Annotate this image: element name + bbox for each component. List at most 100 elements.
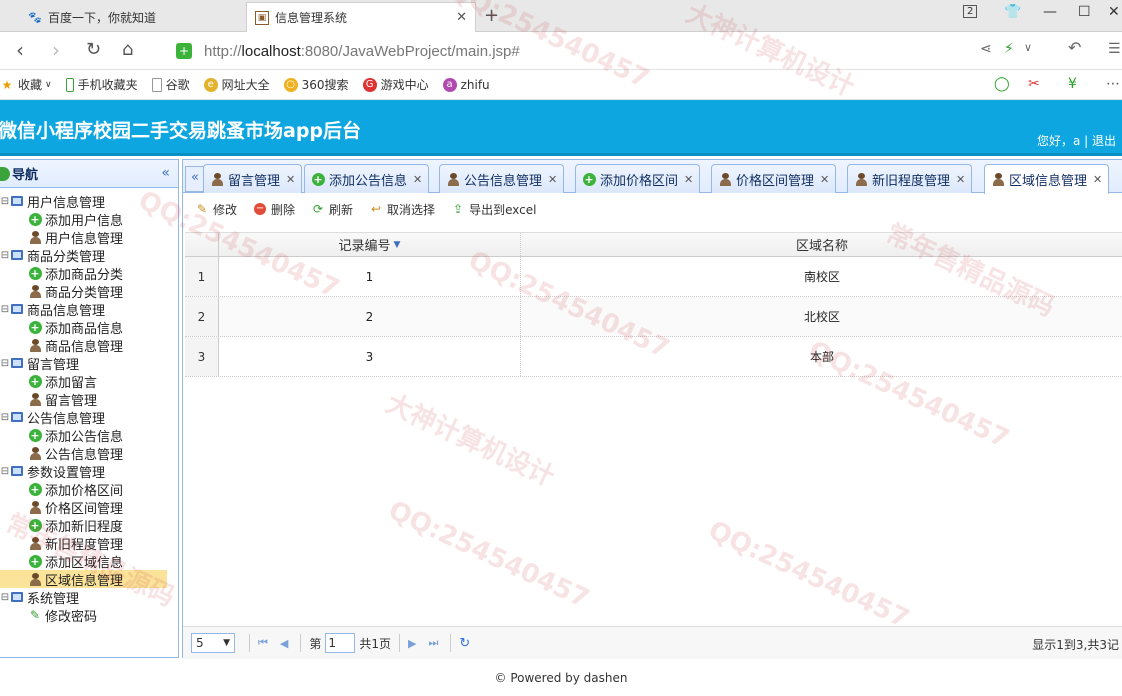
sidebar-item[interactable]: 区域信息管理 [0,570,167,589]
tab-add-notice[interactable]: + 添加公告信息 ✕ [304,164,430,193]
sidebar-item[interactable]: 商品分类管理 [0,282,178,301]
grid-pager: 5 ▼ ⏮ ◀ 第 1 共1页 ▶ ⏭ ↻ 显示1到3,共3记 [183,626,1122,659]
bookmark-360search[interactable]: ○ 360搜索 [283,76,349,93]
menu-icon[interactable]: ☰ [1108,41,1121,57]
maximize-icon[interactable]: ☐ [1078,4,1091,20]
bookmark-mobile[interactable]: 手机收藏夹 [65,76,138,93]
browser-tab-baidu[interactable]: 🐾 百度一下，你就知道 [20,2,245,32]
bookmark-google[interactable]: 谷歌 [151,76,190,93]
sidebar-item[interactable]: + 添加区域信息 [0,552,178,571]
tab-price-range-manage[interactable]: 价格区间管理 ✕ [711,164,837,193]
share-icon[interactable]: ⋖ [980,41,992,57]
tree-collapse-icon[interactable]: ⊟ [0,466,10,477]
tab-condition-manage[interactable]: 新旧程度管理 ✕ [847,164,973,193]
close-tab-icon[interactable]: ✕ [286,173,295,186]
tab-message-manage[interactable]: 留言管理 ✕ [203,164,303,193]
reload-page-icon[interactable]: ↻ [459,636,470,651]
sidebar-item[interactable]: + 添加新旧程度 [0,516,178,535]
chat-bubble-icon[interactable]: ◯ [994,76,1010,92]
tab-notice-manage[interactable]: 公告信息管理 ✕ [439,164,565,193]
bookmark-favorites[interactable]: ★ 收藏 ∨ [0,76,52,93]
more-icon[interactable]: ⋯ [1106,76,1120,92]
table-row[interactable]: 2 2 北校区 [185,297,1122,337]
forward-icon[interactable]: › [52,38,60,62]
sidebar-item[interactable]: 价格区间管理 [0,498,178,517]
lightning-icon[interactable]: ⚡ [1004,41,1014,57]
tab-count-badge[interactable]: 2 [963,5,978,18]
user-greeting[interactable]: 您好，a | 退出 [1037,132,1116,149]
sidebar-item[interactable]: + 添加价格区间 [0,480,178,499]
close-tab-icon[interactable]: ✕ [548,173,557,186]
tree-collapse-icon[interactable]: ⊟ [0,412,10,423]
yen-shield-icon[interactable]: ¥ [1068,76,1077,92]
sidebar-item[interactable]: + 添加公告信息 [0,426,178,445]
tree-collapse-icon[interactable]: ⊟ [0,304,10,315]
dropdown-chevron-icon[interactable]: ∨ [1024,41,1032,54]
page-size-select[interactable]: 5 ▼ [191,633,235,653]
sidebar-item[interactable]: 新旧程度管理 [0,534,178,553]
close-tab-icon[interactable]: ✕ [820,173,829,186]
sidebar-item[interactable]: + 添加用户信息 [0,210,178,229]
refresh-button[interactable]: ⟳ 刷新 [311,201,353,218]
sidebar-item[interactable]: + 添加商品信息 [0,318,178,337]
page-number-input[interactable]: 1 [325,633,356,653]
close-window-icon[interactable]: ✕ [1108,4,1120,20]
first-page-icon[interactable]: ⏮ [258,636,268,650]
undo-icon[interactable]: ↶ [1068,38,1081,57]
prev-page-icon[interactable]: ◀ [280,637,288,650]
sidebar-item-label: 添加区域信息 [45,555,124,571]
close-tab-icon[interactable]: ✕ [1093,173,1102,186]
close-tab-icon[interactable]: ✕ [456,10,467,25]
table-row[interactable]: 3 3 本部 [185,337,1122,377]
sidebar-group[interactable]: ⊟ 公告信息管理 [0,408,178,427]
sidebar-item[interactable]: 公告信息管理 [0,444,178,463]
minimize-icon[interactable]: — [1043,4,1057,20]
close-tab-icon[interactable]: ✕ [413,173,422,186]
sidebar-group[interactable]: ⊟ 用户信息管理 [0,192,178,211]
sidebar-item[interactable]: 留言管理 [0,390,178,409]
export-excel-button[interactable]: ⇪ 导出到excel [451,201,536,218]
column-header-area-name[interactable]: 区域名称 [521,233,1122,256]
sidebar-group[interactable]: ⊟ 商品分类管理 [0,246,178,265]
address-bar[interactable]: + http://localhost:8080/JavaWebProject/m… [176,38,966,64]
sidebar-item[interactable]: 用户信息管理 [0,228,178,247]
column-header-record-id[interactable]: 记录编号 ▼ [219,233,521,256]
back-icon[interactable]: ‹ [16,38,24,62]
delete-button[interactable]: − 删除 [253,201,295,218]
bookmark-zhifu[interactable]: a zhifu [442,77,490,92]
tree-collapse-icon[interactable]: ⊟ [0,358,10,369]
reload-icon[interactable]: ↻ [86,38,101,62]
last-page-icon[interactable]: ⏭ [429,636,439,650]
sidebar-item[interactable]: + 添加商品分类 [0,264,178,283]
browser-tab-active[interactable]: ▣ 信息管理系统 ✕ [246,2,476,32]
bookmark-sites[interactable]: e 网址大全 [203,76,270,93]
scissors-icon[interactable]: ✂ [1028,76,1040,92]
sidebar-group[interactable]: ⊟ 留言管理 [0,354,178,373]
tree-collapse-icon[interactable]: ⊟ [0,196,10,207]
sidebar-item[interactable]: 商品信息管理 [0,336,178,355]
close-tab-icon[interactable]: ✕ [684,173,693,186]
tab-area-manage[interactable]: 区域信息管理 ✕ [984,164,1110,194]
sidebar-item[interactable]: ✎ 修改密码 [0,606,178,625]
computer-icon [11,196,23,206]
sidebar-item[interactable]: + 添加留言 [0,372,178,391]
edit-button[interactable]: ✎ 修改 [195,201,237,218]
next-page-icon[interactable]: ▶ [408,637,416,650]
cancel-selection-button[interactable]: ↩ 取消选择 [369,201,435,218]
sidebar-group[interactable]: ⊟ 商品信息管理 [0,300,178,319]
tree-collapse-icon[interactable]: ⊟ [0,592,10,603]
shirt-skin-icon[interactable]: 👕 [1004,4,1021,20]
sidebar-group[interactable]: ⊟ 参数设置管理 [0,462,178,481]
bookmark-games[interactable]: G 游戏中心 [362,76,429,93]
home-icon[interactable]: ⌂ [122,38,133,62]
sidebar-group[interactable]: ⊟ 系统管理 [0,588,178,607]
collapse-sidebar-icon[interactable]: « [161,165,170,181]
tree-collapse-icon[interactable]: ⊟ [0,250,10,261]
tab-scroll-left-icon[interactable]: « [185,166,205,192]
tab-add-price-range[interactable]: + 添加价格区间 ✕ [575,164,701,193]
table-row[interactable]: 1 1 南校区 [185,257,1122,297]
browser-tabbar: 🐾 百度一下，你就知道 ▣ 信息管理系统 ✕ + 2 👕 — ☐ ✕ [0,0,1122,32]
close-tab-icon[interactable]: ✕ [956,173,965,186]
new-tab-icon[interactable]: + [484,5,499,26]
nav-sidebar: 导航 « ⊟ 用户信息管理 + 添加用户信息 用户信息管理 ⊟ 商品分类管理 + 添加商品分类商… [0,159,179,658]
